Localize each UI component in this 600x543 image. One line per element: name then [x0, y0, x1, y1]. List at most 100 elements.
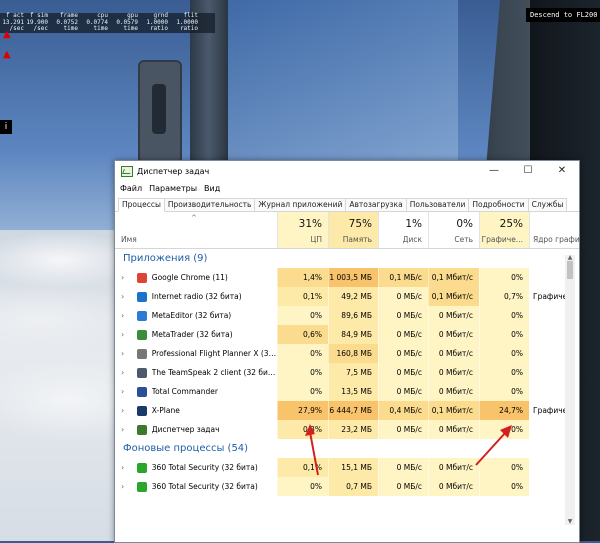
cell-disk: 0 МБ/с — [378, 382, 428, 401]
cell-gpu: 24,7% — [479, 401, 529, 420]
expand-chevron-icon[interactable]: › — [121, 482, 131, 491]
process-row[interactable]: › X-Plane 27,9% 6 444,7 МБ 0,4 МБ/с 0,1 Мбит/… — [115, 401, 579, 420]
scroll-up-icon[interactable]: ▲ — [565, 254, 575, 261]
column-memory[interactable]: 75% Память — [328, 212, 378, 248]
maximize-button[interactable]: ☐ — [511, 161, 545, 181]
tab-processes[interactable]: Процессы — [118, 198, 165, 212]
cell-gpu: 0% — [479, 344, 529, 363]
column-gpu[interactable]: 25% Графиче... — [479, 212, 529, 248]
menu-view[interactable]: Вид — [204, 184, 220, 193]
cell-net: 0,1 Мбит/с — [428, 268, 479, 287]
column-cpu[interactable]: 31% ЦП — [277, 212, 328, 248]
expand-chevron-icon[interactable]: › — [121, 368, 131, 377]
chrome-icon — [136, 272, 147, 283]
cell-cpu: 0,1% — [277, 287, 328, 306]
expand-chevron-icon[interactable]: › — [121, 349, 131, 358]
cell-net: 0 Мбит/с — [428, 363, 479, 382]
tab-details[interactable]: Подробности — [468, 198, 529, 211]
process-row[interactable]: › MetaTrader (32 бита) 0,6% 84,9 МБ 0 МБ/с 0 … — [115, 325, 579, 344]
stat-column: f sim 19.900/sec — [24, 12, 48, 33]
shield-icon — [136, 481, 147, 492]
process-name: 360 Total Security (32 бита) — [151, 463, 258, 472]
process-name-cell: › MetaEditor (32 бита) — [115, 310, 277, 321]
process-row[interactable]: › 360 Total Security (32 бита) 0,1% 15,1 МБ… — [115, 458, 579, 477]
process-list: Приложения (9) › Google Chrome (11) 1,4% 1 … — [115, 249, 579, 519]
shield-icon — [136, 462, 147, 473]
stat-column: cpu 0.0774 time — [78, 12, 108, 33]
process-row[interactable]: › 360 Total Security (32 бита) 0% 0,7 МБ 0 М… — [115, 477, 579, 496]
memory-label: Память — [342, 235, 372, 244]
red-up-arrow-icon: ▲ — [3, 29, 11, 40]
process-row[interactable]: › MetaEditor (32 бита) 0% 89,6 МБ 0 МБ/с 0 Мб… — [115, 306, 579, 325]
cell-gpu: 0% — [479, 420, 529, 439]
scroll-thumb[interactable] — [567, 261, 573, 279]
column-name[interactable]: ^ Имя — [115, 212, 277, 248]
cell-disk: 0 МБ/с — [378, 287, 428, 306]
title-bar[interactable]: Диспетчер задач — ☐ ✕ — [115, 161, 579, 181]
expand-chevron-icon[interactable]: › — [121, 387, 131, 396]
cell-net: 0 Мбит/с — [428, 420, 479, 439]
process-name: Google Chrome (11) — [151, 273, 228, 282]
cell-gpu: 0% — [479, 382, 529, 401]
process-name-cell: › Total Commander — [115, 386, 277, 397]
gpu-label: Графиче... — [481, 235, 523, 244]
scroll-down-icon[interactable]: ▼ — [565, 518, 575, 525]
cell-disk: 0 МБ/с — [378, 306, 428, 325]
sort-up-icon: ^ — [191, 214, 197, 222]
stat-value: time — [123, 25, 138, 32]
task-manager-window: Диспетчер задач — ☐ ✕ Файл Параметры Вид… — [114, 160, 580, 543]
cell-gpu: 0% — [479, 477, 529, 496]
cell-cpu: 0,1% — [277, 458, 328, 477]
vertical-scrollbar[interactable]: ▲ ▼ — [565, 254, 575, 525]
tab-performance[interactable]: Производительность — [163, 198, 256, 211]
process-name-cell: › Internet radio (32 бита) — [115, 291, 277, 302]
info-badge[interactable]: i — [0, 120, 12, 134]
column-network[interactable]: 0% Сеть — [428, 212, 479, 248]
column-gpu-engine[interactable]: Ядро графи — [529, 212, 580, 248]
close-button[interactable]: ✕ — [545, 161, 579, 181]
process-row[interactable]: › Диспетчер задач 0,3% 23,2 МБ 0 МБ/с 0 Мбит/… — [115, 420, 579, 439]
cell-mem: 6 444,7 МБ — [328, 401, 378, 420]
cell-gpu: 0% — [479, 363, 529, 382]
cell-mem: 7,5 МБ — [328, 363, 378, 382]
process-row[interactable]: › Total Commander 0% 13,5 МБ 0 МБ/с 0 Мбит/с 0… — [115, 382, 579, 401]
tab-startup[interactable]: Автозагрузка — [345, 198, 407, 211]
gpu-engine-label: Ядро графи — [533, 235, 580, 244]
process-name: The TeamSpeak 2 client (32 бит... — [151, 368, 277, 377]
cell-mem: 23,2 МБ — [328, 420, 378, 439]
tab-services[interactable]: Службы — [527, 198, 568, 211]
process-name-cell: › The TeamSpeak 2 client (32 бит... — [115, 367, 277, 378]
menu-options[interactable]: Параметры — [149, 184, 197, 193]
cell-mem: 13,5 МБ — [328, 382, 378, 401]
expand-chevron-icon[interactable]: › — [121, 406, 131, 415]
cell-gpu: 0% — [479, 268, 529, 287]
expand-chevron-icon[interactable]: › — [121, 311, 131, 320]
expand-chevron-icon[interactable]: › — [121, 273, 131, 282]
cockpit-window — [228, 0, 458, 160]
cell-cpu: 0% — [277, 344, 328, 363]
process-row[interactable]: › Internet radio (32 бита) 0,1% 49,2 МБ 0 МБ… — [115, 287, 579, 306]
cell-cpu: 0,6% — [277, 325, 328, 344]
disk-total: 1% — [405, 218, 422, 230]
cell-cpu: 0% — [277, 382, 328, 401]
minimize-button[interactable]: — — [477, 161, 511, 181]
stat-value: time — [63, 25, 78, 32]
process-row[interactable]: › Professional Flight Planner X (32... 0% 1… — [115, 344, 579, 363]
expand-chevron-icon[interactable]: › — [121, 292, 131, 301]
process-row[interactable]: › The TeamSpeak 2 client (32 бит... 0% 7,5 … — [115, 363, 579, 382]
expand-chevron-icon[interactable]: › — [121, 425, 131, 434]
expand-chevron-icon[interactable]: › — [121, 330, 131, 339]
cell-gpu: 0% — [479, 458, 529, 477]
tab-users[interactable]: Пользователи — [405, 198, 470, 211]
menu-file[interactable]: Файл — [120, 184, 142, 193]
cell-mem: 15,1 МБ — [328, 458, 378, 477]
expand-chevron-icon[interactable]: › — [121, 463, 131, 472]
column-disk[interactable]: 1% Диск — [378, 212, 428, 248]
tab-app-history[interactable]: Журнал приложений — [254, 198, 347, 211]
process-row[interactable]: › Google Chrome (11) 1,4% 1 003,5 МБ 0,1 МБ/… — [115, 268, 579, 287]
process-name: Professional Flight Planner X (32... — [151, 349, 277, 358]
taskmgr-icon — [136, 424, 147, 435]
descent-message: Descend to FL200 — [526, 8, 600, 22]
process-name: X-Plane — [151, 406, 180, 415]
cell-net: 0 Мбит/с — [428, 325, 479, 344]
